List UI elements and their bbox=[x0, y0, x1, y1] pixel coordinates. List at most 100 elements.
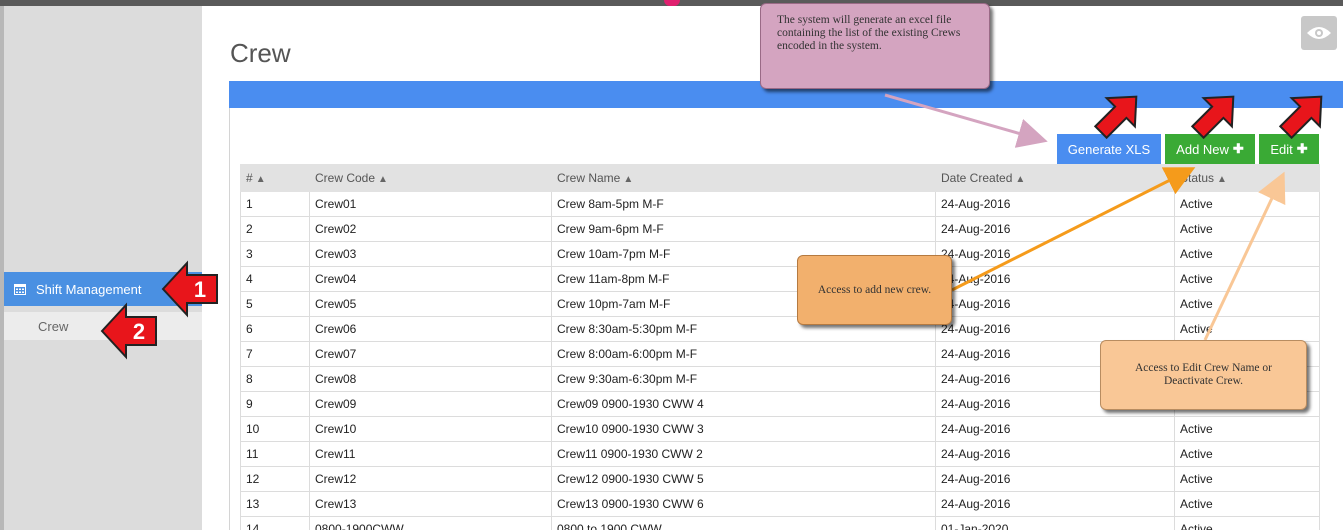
cell-crew-name: Crew09 0900-1930 CWW 4 bbox=[551, 391, 936, 417]
cell-crew-name: Crew 9am-6pm M-F bbox=[551, 216, 936, 242]
table-row[interactable]: 14 0800-1900CWW 0800 to 1900 CWW 01-Jan-202… bbox=[240, 516, 1320, 530]
column-header-date-created[interactable]: Date Created ▲︎ bbox=[935, 164, 1175, 192]
cell-row-number: 3 bbox=[240, 241, 310, 267]
cell-row-number: 11 bbox=[240, 441, 310, 467]
cell-crew-code: Crew08 bbox=[309, 366, 552, 392]
calendar-icon bbox=[14, 284, 26, 295]
table-row[interactable]: 11 Crew11 Crew11 0900-1930 CWW 2 24-Aug-201… bbox=[240, 441, 1320, 467]
cell-crew-name: Crew 9:30am-6:30pm M-F bbox=[551, 366, 936, 392]
table-header-row: # ▲︎ Crew Code ▲︎ Crew Name ▲︎ Date Created… bbox=[240, 164, 1320, 192]
cell-row-number: 7 bbox=[240, 341, 310, 367]
callout-add-new: Access to add new crew. bbox=[797, 255, 952, 325]
cell-crew-code: Crew02 bbox=[309, 216, 552, 242]
table-row[interactable]: 5 Crew05 Crew 10pm-7am M-F 24-Aug-2016 Activ… bbox=[240, 291, 1320, 317]
cell-crew-code: Crew04 bbox=[309, 266, 552, 292]
cell-date-created: 01-Jan-2020 bbox=[935, 516, 1175, 530]
cell-row-number: 9 bbox=[240, 391, 310, 417]
cell-crew-name: 0800 to 1900 CWW bbox=[551, 516, 936, 530]
cell-date-created: 24-Aug-2016 bbox=[935, 491, 1175, 517]
cell-crew-name: Crew 8am-5pm M-F bbox=[551, 191, 936, 217]
eye-icon bbox=[1307, 27, 1331, 39]
cell-status: Active bbox=[1174, 291, 1320, 317]
cell-status: Active bbox=[1174, 191, 1320, 217]
cell-row-number: 14 bbox=[240, 516, 310, 530]
add-new-button[interactable]: Add New ✚ bbox=[1165, 134, 1255, 164]
sidebar-edge bbox=[0, 6, 4, 530]
sidebar-item-crew[interactable]: Crew bbox=[4, 312, 202, 340]
cell-crew-code: Crew03 bbox=[309, 241, 552, 267]
cell-status: Active bbox=[1174, 516, 1320, 530]
cell-crew-name: Crew12 0900-1930 CWW 5 bbox=[551, 466, 936, 492]
cell-row-number: 10 bbox=[240, 416, 310, 442]
sort-icon: ▲︎ bbox=[623, 174, 634, 185]
cell-status: Active bbox=[1174, 266, 1320, 292]
cell-row-number: 12 bbox=[240, 466, 310, 492]
callout-edit: Access to Edit Crew Name or Deactivate C… bbox=[1100, 340, 1307, 410]
cell-crew-name: Crew 8:00am-6:00pm M-F bbox=[551, 341, 936, 367]
cell-date-created: 24-Aug-2016 bbox=[935, 441, 1175, 467]
cell-crew-code: Crew07 bbox=[309, 341, 552, 367]
cell-crew-code: Crew12 bbox=[309, 466, 552, 492]
table-row[interactable]: 10 Crew10 Crew10 0900-1930 CWW 3 24-Aug-201… bbox=[240, 416, 1320, 442]
column-header-crew-name[interactable]: Crew Name ▲︎ bbox=[551, 164, 936, 192]
cell-date-created: 24-Aug-2016 bbox=[935, 316, 1175, 342]
cell-status: Active bbox=[1174, 491, 1320, 517]
cell-crew-code: 0800-1900CWW bbox=[309, 516, 552, 530]
cell-date-created: 24-Aug-2016 bbox=[935, 216, 1175, 242]
sidebar-item-label: Shift Management bbox=[36, 281, 142, 297]
callout-generate-xls: The system will generate an excel file c… bbox=[760, 3, 990, 89]
cell-row-number: 4 bbox=[240, 266, 310, 292]
cell-date-created: 24-Aug-2016 bbox=[935, 416, 1175, 442]
cell-crew-code: Crew09 bbox=[309, 391, 552, 417]
cell-row-number: 13 bbox=[240, 491, 310, 517]
cell-row-number: 6 bbox=[240, 316, 310, 342]
cell-status: Active bbox=[1174, 441, 1320, 467]
cell-date-created: 24-Aug-2016 bbox=[935, 291, 1175, 317]
sidebar-item-shift-management[interactable]: Shift Management bbox=[4, 272, 202, 306]
sort-icon: ▲︎ bbox=[378, 174, 388, 185]
cell-date-created: 24-Aug-2016 bbox=[935, 266, 1175, 292]
table-row[interactable]: 1 Crew01 Crew 8am-5pm M-F 24-Aug-2016 Active bbox=[240, 191, 1320, 217]
cell-row-number: 2 bbox=[240, 216, 310, 242]
cell-crew-name: Crew10 0900-1930 CWW 3 bbox=[551, 416, 936, 442]
sort-icon: ▲︎ bbox=[255, 174, 266, 185]
cell-status: Active bbox=[1174, 466, 1320, 492]
cell-row-number: 5 bbox=[240, 291, 310, 317]
cell-crew-code: Crew05 bbox=[309, 291, 552, 317]
cell-crew-code: Crew11 bbox=[309, 441, 552, 467]
visibility-toggle-button[interactable] bbox=[1301, 16, 1337, 50]
table-row[interactable]: 2 Crew02 Crew 9am-6pm M-F 24-Aug-2016 Active bbox=[240, 216, 1320, 242]
cell-crew-code: Crew01 bbox=[309, 191, 552, 217]
table-row[interactable]: 3 Crew03 Crew 10am-7pm M-F 24-Aug-2016 Activ… bbox=[240, 241, 1320, 267]
cell-status: Active bbox=[1174, 216, 1320, 242]
cell-status: Active bbox=[1174, 416, 1320, 442]
cell-status: Active bbox=[1174, 241, 1320, 267]
cell-row-number: 8 bbox=[240, 366, 310, 392]
cell-date-created: 24-Aug-2016 bbox=[935, 191, 1175, 217]
cell-crew-name: Crew13 0900-1930 CWW 6 bbox=[551, 491, 936, 517]
plus-icon: ✚ bbox=[1232, 141, 1244, 156]
table-row[interactable]: 13 Crew13 Crew13 0900-1930 CWW 6 24-Aug-201… bbox=[240, 491, 1320, 517]
edit-label: Edit bbox=[1270, 141, 1293, 157]
plus-icon: ✚ bbox=[1296, 141, 1308, 156]
cell-crew-name: Crew11 0900-1930 CWW 2 bbox=[551, 441, 936, 467]
cell-date-created: 24-Aug-2016 bbox=[935, 241, 1175, 267]
table-row[interactable]: 6 Crew06 Crew 8:30am-5:30pm M-F 24-Aug-2016… bbox=[240, 316, 1320, 342]
sidebar-item-label: Crew bbox=[38, 318, 69, 334]
column-header-number[interactable]: # ▲︎ bbox=[240, 164, 310, 192]
generate-xls-label: Generate XLS bbox=[1067, 141, 1151, 157]
column-header-crew-code[interactable]: Crew Code ▲︎ bbox=[309, 164, 552, 192]
edit-button[interactable]: Edit ✚ bbox=[1259, 134, 1319, 164]
cell-crew-code: Crew13 bbox=[309, 491, 552, 517]
cell-date-created: 24-Aug-2016 bbox=[935, 466, 1175, 492]
cell-crew-code: Crew10 bbox=[309, 416, 552, 442]
page-title: Crew bbox=[230, 38, 291, 68]
table-row[interactable]: 4 Crew04 Crew 11am-8pm M-F 24-Aug-2016 Activ… bbox=[240, 266, 1320, 292]
column-header-status[interactable]: Status ▲︎ bbox=[1174, 164, 1320, 192]
sort-icon: ▲︎ bbox=[1015, 174, 1026, 185]
cell-crew-code: Crew06 bbox=[309, 316, 552, 342]
cell-row-number: 1 bbox=[240, 191, 310, 217]
table-row[interactable]: 12 Crew12 Crew12 0900-1930 CWW 5 24-Aug-201… bbox=[240, 466, 1320, 492]
add-new-label: Add New bbox=[1176, 141, 1229, 157]
generate-xls-button[interactable]: Generate XLS bbox=[1057, 134, 1161, 164]
